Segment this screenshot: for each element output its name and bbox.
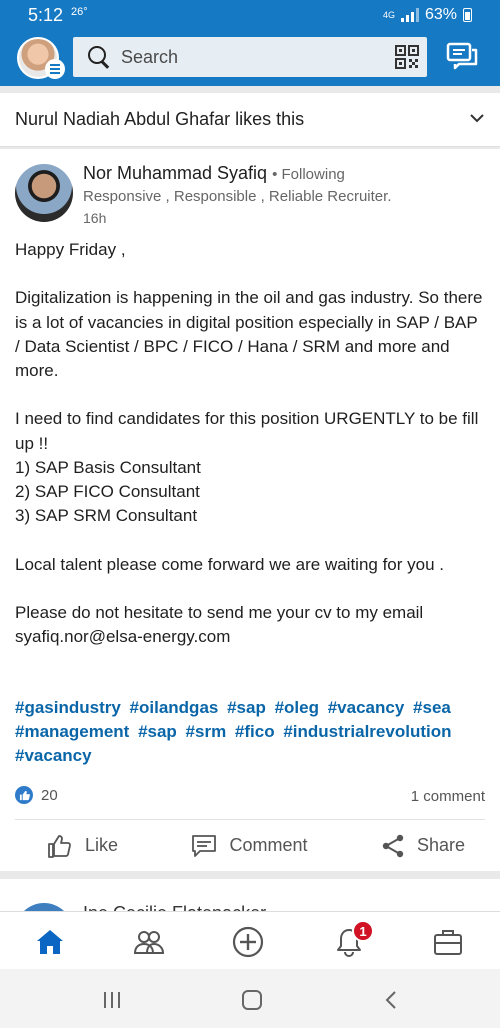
- system-navigation: [0, 969, 500, 1028]
- battery-icon: [463, 8, 472, 22]
- hashtag-link[interactable]: #management: [15, 722, 129, 741]
- hashtags: #gasindustry #oilandgas #sap #oleg #vaca…: [15, 696, 485, 769]
- like-button[interactable]: Like: [47, 833, 118, 859]
- activity-header: Nurul Nadiah Abdul Ghafar likes this: [0, 93, 500, 147]
- post-greeting: Happy Friday ,: [15, 240, 126, 259]
- search-input[interactable]: [121, 46, 371, 68]
- post-time: 16h: [83, 210, 107, 226]
- author-avatar[interactable]: [15, 164, 73, 222]
- hashtag-link[interactable]: #oilandgas: [130, 698, 219, 717]
- follow-status: • Following: [272, 166, 345, 183]
- messaging-icon[interactable]: [446, 42, 480, 72]
- author-name[interactable]: Nor Muhammad Syafiq: [83, 163, 267, 183]
- hashtag-link[interactable]: #industrialrevolution: [283, 722, 451, 741]
- post-paragraph: Digitalization is happening in the oil a…: [15, 288, 483, 380]
- search-icon: [87, 45, 111, 69]
- author-name-row[interactable]: Nor Muhammad Syafiq • Following: [83, 163, 345, 184]
- comments-count[interactable]: 1 comment: [411, 788, 485, 805]
- hashtag-link[interactable]: #oleg: [275, 698, 319, 717]
- thumbs-up-icon: [48, 834, 71, 858]
- comment-label: Comment: [229, 835, 308, 855]
- post-body: Happy Friday , Digitalization is happeni…: [15, 238, 485, 649]
- hashtag-link[interactable]: #gasindustry: [15, 698, 121, 717]
- home-icon[interactable]: [34, 926, 66, 958]
- add-post-icon[interactable]: [232, 926, 264, 958]
- signal-icon: [400, 8, 419, 22]
- menu-icon[interactable]: [45, 59, 65, 79]
- comment-button[interactable]: Comment: [191, 834, 308, 858]
- post-list-item: 1) SAP Basis Consultant: [15, 457, 201, 477]
- reactions-count: 20: [41, 786, 58, 804]
- hashtag-link[interactable]: #sap: [138, 722, 177, 741]
- battery-percent: 63%: [424, 6, 457, 23]
- hashtag-link[interactable]: #vacancy: [328, 698, 405, 717]
- like-label: Like: [85, 835, 119, 855]
- search-bar[interactable]: [73, 37, 427, 77]
- bottom-navigation: 1: [0, 911, 500, 969]
- home-button-icon[interactable]: [240, 989, 264, 1011]
- share-label: Share: [416, 835, 465, 855]
- post-paragraph: Please do not hesitate to send me your c…: [15, 602, 424, 622]
- post-list-item: 3) SAP SRM Consultant: [15, 506, 198, 526]
- share-icon: [382, 834, 404, 857]
- chevron-down-icon[interactable]: [470, 111, 484, 125]
- status-temperature: 26°: [71, 6, 88, 18]
- status-time: 5:12: [28, 4, 64, 25]
- qr-code-icon[interactable]: [395, 45, 419, 69]
- hashtag-link[interactable]: #sea: [413, 698, 451, 717]
- reactions-summary[interactable]: 20: [15, 786, 58, 804]
- back-icon[interactable]: [380, 989, 404, 1011]
- email-link[interactable]: syafiq.nor@elsa-energy.com: [15, 625, 485, 649]
- hashtag-link[interactable]: #fico: [235, 722, 275, 741]
- author-headline: Responsive , Responsible , Reliable Recr…: [83, 188, 392, 205]
- post-paragraph: I need to find candidates for this posit…: [15, 409, 479, 453]
- activity-text: Nurul Nadiah Abdul Ghafar likes this: [15, 109, 305, 129]
- hashtag-link[interactable]: #vacancy: [15, 746, 92, 765]
- hashtag-link[interactable]: #srm: [186, 722, 227, 741]
- comment-icon: [192, 834, 217, 857]
- my-network-icon[interactable]: [133, 926, 165, 958]
- network-type-icon: 4G: [382, 9, 395, 20]
- jobs-icon[interactable]: [432, 926, 464, 958]
- share-button[interactable]: Share: [381, 834, 465, 858]
- post-list-item: 2) SAP FICO Consultant: [15, 482, 200, 501]
- notification-badge: 1: [352, 920, 374, 942]
- recent-apps-icon[interactable]: [100, 989, 124, 1011]
- post-actions: Like Comment Share: [15, 819, 485, 871]
- like-reaction-icon: [15, 786, 33, 804]
- hashtag-link[interactable]: #sap: [227, 698, 266, 717]
- feed-post: Nor Muhammad Syafiq • Following Responsi…: [0, 149, 500, 871]
- post-paragraph: Local talent please come forward we are …: [15, 554, 445, 574]
- top-app-bar: [0, 30, 500, 86]
- status-bar: 5:12 26° 4G 63%: [0, 0, 500, 30]
